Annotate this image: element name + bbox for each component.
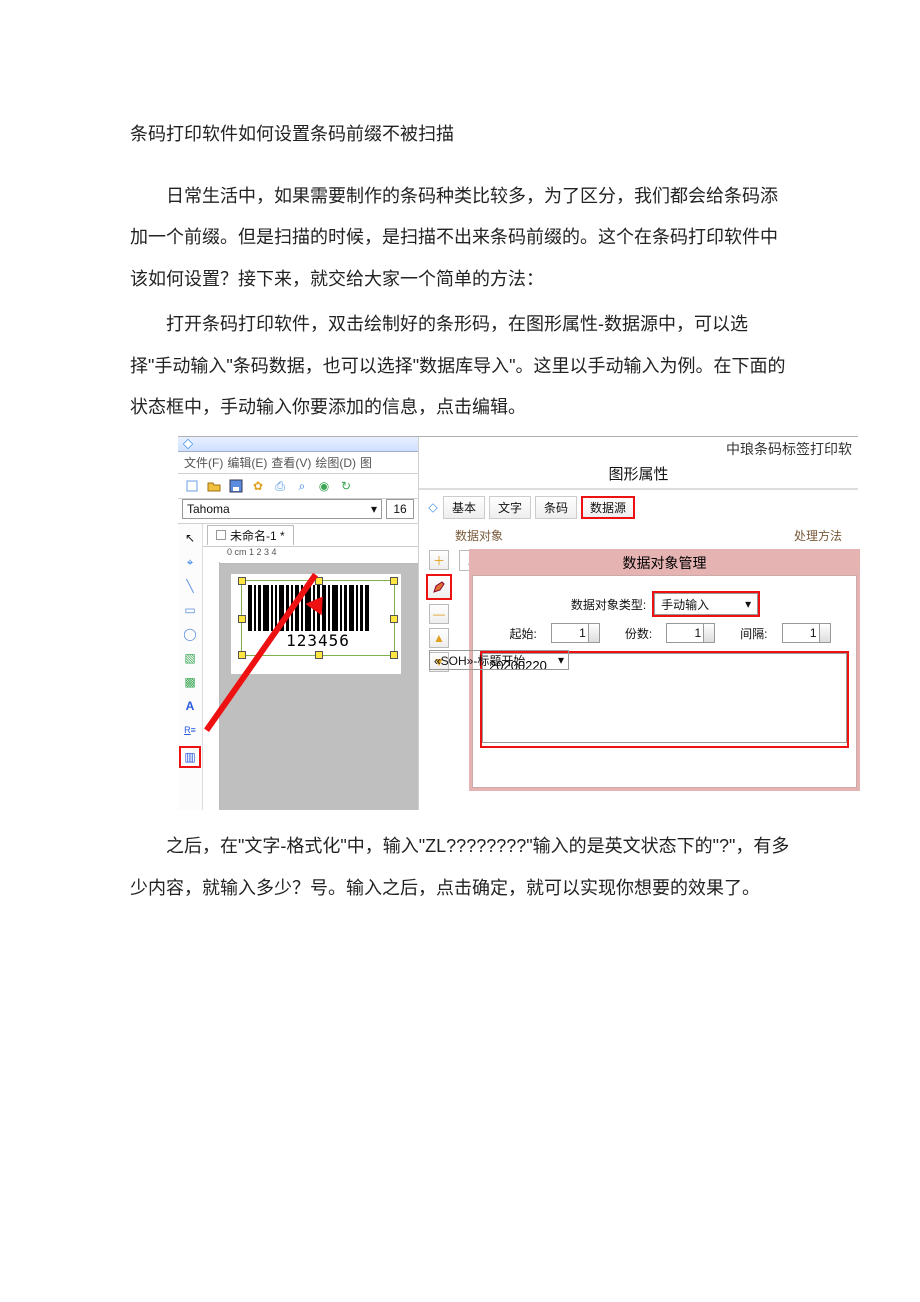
menu-edit[interactable]: 编辑(E) <box>227 454 267 471</box>
doc-tabstrip: 未命名-1 * <box>203 524 418 547</box>
gap-stepper[interactable]: 1 <box>782 623 820 643</box>
paragraph-2: 打开条码打印软件，双击绘制好的条形码，在图形属性-数据源中，可以选择"手动输入"… <box>130 304 790 428</box>
tab-basic[interactable]: 基本 <box>443 496 485 519</box>
line-tool-icon[interactable]: ╲ <box>182 578 198 594</box>
barcode-object[interactable]: 123456 <box>241 580 395 656</box>
hand-tool-icon[interactable]: ⌖ <box>182 554 198 570</box>
chevron-down-icon: ▾ <box>558 653 564 667</box>
font-name-value: Tahoma <box>187 502 230 516</box>
design-page[interactable]: 123456 <box>231 574 401 674</box>
image2-tool-icon[interactable]: ▩ <box>182 674 198 690</box>
start-label: 起始: <box>509 625 536 642</box>
print-icon[interactable]: ⎙ <box>272 478 288 494</box>
barcode-bars <box>248 585 388 631</box>
panel-tabs: 基本 文字 条码 数据源 <box>419 489 858 521</box>
refresh-icon[interactable]: ↻ <box>338 478 354 494</box>
titlebar <box>178 437 418 452</box>
insert-type-value: «SOH»-标题开始 <box>434 652 525 669</box>
insert-type-row: «SOH»-标题开始 ▾ <box>429 650 569 670</box>
pointer-tool-icon[interactable]: ↖ <box>182 530 198 546</box>
paragraph-3: 之后，在"文字-格式化"中，输入"ZL????????"输入的是英文状态下的"?… <box>130 826 790 909</box>
panel-logo-icon <box>428 503 437 512</box>
ruler-h: 0 cm 1 2 3 4 <box>203 547 418 564</box>
image-tool-icon[interactable]: ▧ <box>182 650 198 666</box>
new-icon[interactable] <box>184 478 200 494</box>
insert-type-select[interactable]: «SOH»-标题开始 ▾ <box>429 650 569 670</box>
delete-button[interactable]: — <box>429 604 449 624</box>
barcode-tool-icon[interactable]: ▥ <box>179 746 201 768</box>
zoom-icon[interactable]: ⌕ <box>294 478 310 494</box>
pencil-icon <box>432 580 446 594</box>
ruler-v <box>203 562 220 810</box>
doc-title: 条码打印软件如何设置条码前缀不被扫描 <box>130 120 790 146</box>
app-window: 文件(F) 编辑(E) 查看(V) 绘图(D) 图 ✿ ⎙ ⌕ ◉ ↻ Taho… <box>178 437 419 810</box>
font-name-select[interactable]: Tahoma ▾ <box>182 499 382 519</box>
menu-draw[interactable]: 绘图(D) <box>315 454 356 471</box>
save-icon[interactable] <box>228 478 244 494</box>
doc-tab-label: 未命名-1 * <box>230 529 285 543</box>
brand-title: 中琅条码标签打印软 <box>419 437 858 459</box>
properties-area: 中琅条码标签打印软 图形属性 基本 文字 条码 数据源 数据对象 处理方法 ＋ <box>419 437 858 810</box>
gear-icon[interactable]: ✿ <box>250 478 266 494</box>
type-label: 数据对象类型: <box>571 596 646 613</box>
menu-more[interactable]: 图 <box>360 454 372 471</box>
gap-label: 间隔: <box>740 625 767 642</box>
work-area: ↖ ⌖ ╲ ▭ ◯ ▧ ▩ A R≡ ▥ 未命名-1 * 0 cm 1 2 3 <box>178 524 418 810</box>
main-toolbar: ✿ ⎙ ⌕ ◉ ↻ <box>178 474 418 499</box>
richtext-tool-icon[interactable]: R≡ <box>182 722 198 738</box>
doc-tab[interactable]: 未命名-1 * <box>207 525 294 545</box>
text-tool-icon[interactable]: A <box>182 698 198 714</box>
move-up-button[interactable]: ▲ <box>429 628 449 648</box>
menu-view[interactable]: 查看(V) <box>271 454 311 471</box>
app-screenshot: 文件(F) 编辑(E) 查看(V) 绘图(D) 图 ✿ ⎙ ⌕ ◉ ↻ Taho… <box>178 436 858 810</box>
paragraph-1: 日常生活中，如果需要制作的条码种类比较多，为了区分，我们都会给条码添加一个前缀。… <box>130 176 790 300</box>
barcode-label: 123456 <box>242 631 394 650</box>
canvas[interactable]: 未命名-1 * 0 cm 1 2 3 4 <box>203 524 418 810</box>
add-button[interactable]: ＋ <box>429 550 449 570</box>
menu-file[interactable]: 文件(F) <box>184 454 223 471</box>
start-stepper[interactable]: 1 <box>551 623 589 643</box>
section-proc-label: 处理方法 <box>794 527 842 544</box>
tab-barcode[interactable]: 条码 <box>535 496 577 519</box>
db-icon[interactable]: ◉ <box>316 478 332 494</box>
data-object-dialog: 数据对象管理 数据对象类型: 手动输入 ▾ 起始: 1 份数: 1 <box>469 549 860 791</box>
panel-title: 图形属性 <box>419 459 858 488</box>
roundrect-tool-icon[interactable]: ▭ <box>182 602 198 618</box>
section-data-label: 数据对象 <box>455 527 503 544</box>
edit-button[interactable] <box>426 574 452 600</box>
panel-body: 数据对象 处理方法 ＋ — ▲ ▼ 20200220 <box>419 521 858 678</box>
count-label: 份数: <box>625 625 652 642</box>
tab-text[interactable]: 文字 <box>489 496 531 519</box>
ellipse-tool-icon[interactable]: ◯ <box>182 626 198 642</box>
font-size-field[interactable]: 16 <box>386 499 414 519</box>
chevron-down-icon: ▾ <box>371 502 377 516</box>
font-toolbar: Tahoma ▾ 16 <box>178 499 418 524</box>
type-select-value: 手动输入 <box>661 596 709 613</box>
tab-icon <box>216 530 226 540</box>
app-logo-icon <box>183 439 193 449</box>
dialog-title: 数据对象管理 <box>472 553 857 573</box>
menubar[interactable]: 文件(F) 编辑(E) 查看(V) 绘图(D) 图 <box>178 452 418 474</box>
type-select[interactable]: 手动输入 ▾ <box>654 593 758 615</box>
tool-palette: ↖ ⌖ ╲ ▭ ◯ ▧ ▩ A R≡ ▥ <box>178 524 203 810</box>
chevron-down-icon: ▾ <box>745 597 751 611</box>
open-icon[interactable] <box>206 478 222 494</box>
count-stepper[interactable]: 1 <box>666 623 704 643</box>
tab-datasource[interactable]: 数据源 <box>581 496 635 519</box>
